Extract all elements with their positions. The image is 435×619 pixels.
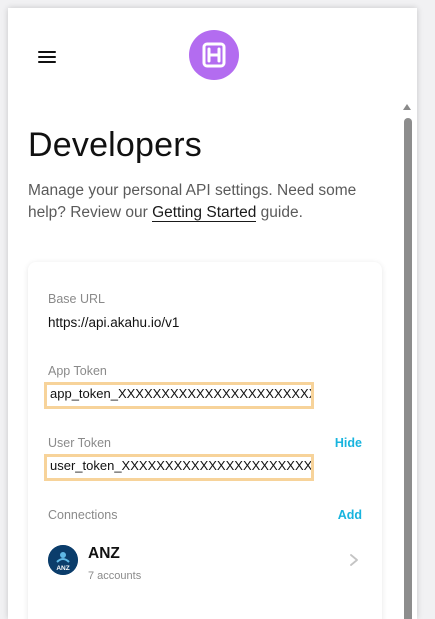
user-token-value[interactable]: user_token_XXXXXXXXXXXXXXXXXXXXXXXXXX — [44, 454, 314, 481]
base-url-label: Base URL — [48, 292, 105, 306]
intro-text: Manage your personal API settings. Need … — [28, 180, 378, 224]
chevron-right-icon[interactable] — [348, 554, 360, 566]
app-frame: Developers Manage your personal API sett… — [8, 8, 417, 619]
app-token-value[interactable]: app_token_XXXXXXXXXXXXXXXXXXXXXXXXXX — [44, 382, 314, 409]
scrollbar-thumb[interactable] — [404, 118, 412, 619]
getting-started-link[interactable]: Getting Started — [152, 204, 257, 222]
hamburger-menu-icon[interactable] — [38, 51, 58, 65]
intro-text-end: guide. — [256, 204, 303, 221]
add-connection-button[interactable]: Add — [338, 508, 362, 522]
connections-label: Connections — [48, 508, 118, 522]
page-title: Developers — [28, 126, 202, 164]
base-url-value: https://api.akahu.io/v1 — [48, 315, 180, 330]
connection-name: ANZ — [88, 545, 120, 562]
user-token-label: User Token — [48, 436, 111, 450]
connection-account-count: 7 accounts — [88, 570, 142, 582]
anz-logo-text: ANZ — [56, 565, 69, 572]
app-token-label: App Token — [48, 364, 107, 378]
hide-token-button[interactable]: Hide — [335, 436, 362, 450]
anz-logo-icon: ANZ — [48, 545, 78, 575]
akahu-logo-icon[interactable] — [189, 30, 239, 80]
scroll-up-arrow-icon[interactable] — [403, 104, 411, 110]
developer-settings-card: Base URL https://api.akahu.io/v1 App Tok… — [28, 262, 382, 619]
